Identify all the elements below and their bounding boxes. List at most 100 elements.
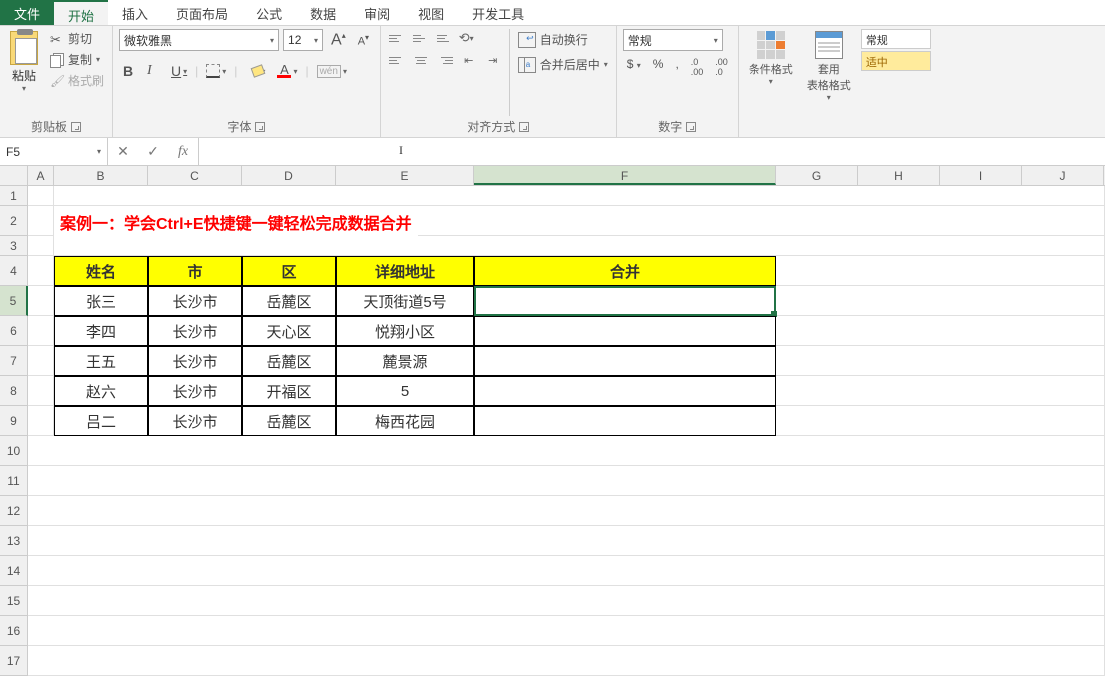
alignment-dialog-launcher[interactable] — [519, 122, 529, 132]
header-name[interactable]: 姓名 — [54, 256, 148, 286]
align-center-button[interactable] — [411, 51, 431, 69]
copy-button[interactable]: 复制▾ — [48, 50, 106, 69]
row-header-13[interactable]: 13 — [0, 526, 28, 556]
col-header-D[interactable]: D — [242, 166, 336, 185]
font-dialog-launcher[interactable] — [255, 122, 265, 132]
row-header-8[interactable]: 8 — [0, 376, 28, 406]
table-cell[interactable]: 赵六 — [54, 376, 148, 406]
table-cell[interactable]: 岳麓区 — [242, 406, 336, 436]
fill-color-button[interactable]: ▾ — [241, 64, 269, 78]
table-cell[interactable]: 长沙市 — [148, 316, 242, 346]
col-header-A[interactable]: A — [28, 166, 54, 185]
tab-developer[interactable]: 开发工具 — [458, 0, 538, 25]
font-name-select[interactable]: 微软雅黑▾ — [119, 29, 279, 51]
table-cell[interactable]: 5 — [336, 376, 474, 406]
decrease-font-button[interactable]: A▾ — [354, 31, 374, 50]
table-cell[interactable]: 王五 — [54, 346, 148, 376]
row-header-17[interactable]: 17 — [0, 646, 28, 676]
tab-data[interactable]: 数据 — [296, 0, 350, 25]
active-cell-F5[interactable] — [474, 286, 776, 316]
bold-button[interactable]: B — [119, 61, 139, 81]
increase-decimal-button[interactable]: .0.00 — [687, 55, 708, 79]
percent-button[interactable]: % — [649, 55, 668, 79]
number-dialog-launcher[interactable] — [686, 122, 696, 132]
format-painter-button[interactable]: 格式刷 — [48, 71, 106, 90]
table-cell[interactable]: 吕二 — [54, 406, 148, 436]
cut-button[interactable]: 剪切 — [48, 29, 106, 48]
table-cell[interactable] — [474, 376, 776, 406]
name-box[interactable]: F5▾ — [0, 138, 108, 165]
row-header-11[interactable]: 11 — [0, 466, 28, 496]
cell-style-mid[interactable]: 适中 — [861, 51, 931, 71]
row-header-1[interactable]: 1 — [0, 186, 28, 206]
wrap-text-button[interactable]: 自动换行 — [516, 29, 610, 50]
tab-page-layout[interactable]: 页面布局 — [162, 0, 242, 25]
conditional-format-button[interactable]: 条件格式▾ — [745, 29, 797, 119]
col-header-F[interactable]: F — [474, 166, 776, 185]
confirm-button[interactable]: ✓ — [138, 139, 168, 164]
col-header-C[interactable]: C — [148, 166, 242, 185]
row-header-15[interactable]: 15 — [0, 586, 28, 616]
header-district[interactable]: 区 — [242, 256, 336, 286]
align-top-button[interactable] — [387, 29, 407, 47]
table-cell[interactable]: 长沙市 — [148, 286, 242, 316]
table-cell[interactable]: 张三 — [54, 286, 148, 316]
borders-button[interactable]: ▾ — [202, 62, 230, 80]
header-merged[interactable]: 合并 — [474, 256, 776, 286]
align-middle-button[interactable] — [411, 29, 431, 47]
table-cell[interactable]: 长沙市 — [148, 346, 242, 376]
formula-input[interactable] — [199, 138, 1105, 165]
row-header-14[interactable]: 14 — [0, 556, 28, 586]
header-addr[interactable]: 详细地址 — [336, 256, 474, 286]
underline-button[interactable]: U▾ — [167, 61, 191, 81]
increase-indent-button[interactable]: ⇥ — [483, 51, 503, 69]
tab-home[interactable]: 开始 — [54, 0, 108, 25]
table-cell[interactable]: 长沙市 — [148, 406, 242, 436]
tab-review[interactable]: 审阅 — [350, 0, 404, 25]
italic-button[interactable]: I — [143, 61, 163, 81]
accounting-format-button[interactable]: $ ▾ — [623, 55, 645, 79]
table-cell[interactable] — [474, 406, 776, 436]
row-header-5[interactable]: 5 — [0, 286, 28, 316]
table-cell[interactable]: 悦翔小区 — [336, 316, 474, 346]
row-header-4[interactable]: 4 — [0, 256, 28, 286]
table-cell[interactable]: 开福区 — [242, 376, 336, 406]
tab-formulas[interactable]: 公式 — [242, 0, 296, 25]
number-format-select[interactable]: 常规▾ — [623, 29, 723, 51]
spreadsheet-grid[interactable]: A B C D E F G H I J 1 2案例一：学会Ctrl+E快捷键一键… — [0, 166, 1105, 676]
cancel-button[interactable]: ✕ — [108, 139, 138, 164]
decrease-decimal-button[interactable]: .00.0 — [711, 55, 732, 79]
col-header-H[interactable]: H — [858, 166, 940, 185]
merge-center-button[interactable]: 合并后居中▾ — [516, 54, 610, 75]
col-header-G[interactable]: G — [776, 166, 858, 185]
row-header-16[interactable]: 16 — [0, 616, 28, 646]
row-header-6[interactable]: 6 — [0, 316, 28, 346]
table-cell[interactable]: 梅西花园 — [336, 406, 474, 436]
row-header-3[interactable]: 3 — [0, 236, 28, 256]
row-header-10[interactable]: 10 — [0, 436, 28, 466]
header-city[interactable]: 市 — [148, 256, 242, 286]
align-right-button[interactable] — [435, 51, 455, 69]
row-header-2[interactable]: 2 — [0, 206, 28, 236]
table-cell[interactable]: 李四 — [54, 316, 148, 346]
table-format-button[interactable]: 套用 表格格式▾ — [803, 29, 855, 119]
tab-insert[interactable]: 插入 — [108, 0, 162, 25]
row-header-12[interactable]: 12 — [0, 496, 28, 526]
decrease-indent-button[interactable]: ⇤ — [459, 51, 479, 69]
select-all-corner[interactable] — [0, 166, 28, 185]
table-cell[interactable] — [474, 346, 776, 376]
table-cell[interactable]: 长沙市 — [148, 376, 242, 406]
table-cell[interactable]: 麓景源 — [336, 346, 474, 376]
cell-styles-gallery[interactable]: 常规 适中 — [861, 29, 931, 119]
col-header-I[interactable]: I — [940, 166, 1022, 185]
row-header-7[interactable]: 7 — [0, 346, 28, 376]
title-cell[interactable]: 案例一：学会Ctrl+E快捷键一键轻松完成数据合并 — [54, 206, 418, 236]
orientation-button[interactable]: ⟲▾ — [459, 29, 483, 47]
row-header-9[interactable]: 9 — [0, 406, 28, 436]
table-cell[interactable] — [474, 316, 776, 346]
paste-button[interactable]: 粘贴 ▾ — [6, 29, 42, 116]
table-cell[interactable]: 岳麓区 — [242, 346, 336, 376]
tab-view[interactable]: 视图 — [404, 0, 458, 25]
font-color-button[interactable]: A▾ — [273, 63, 301, 80]
cell-style-normal[interactable]: 常规 — [861, 29, 931, 49]
